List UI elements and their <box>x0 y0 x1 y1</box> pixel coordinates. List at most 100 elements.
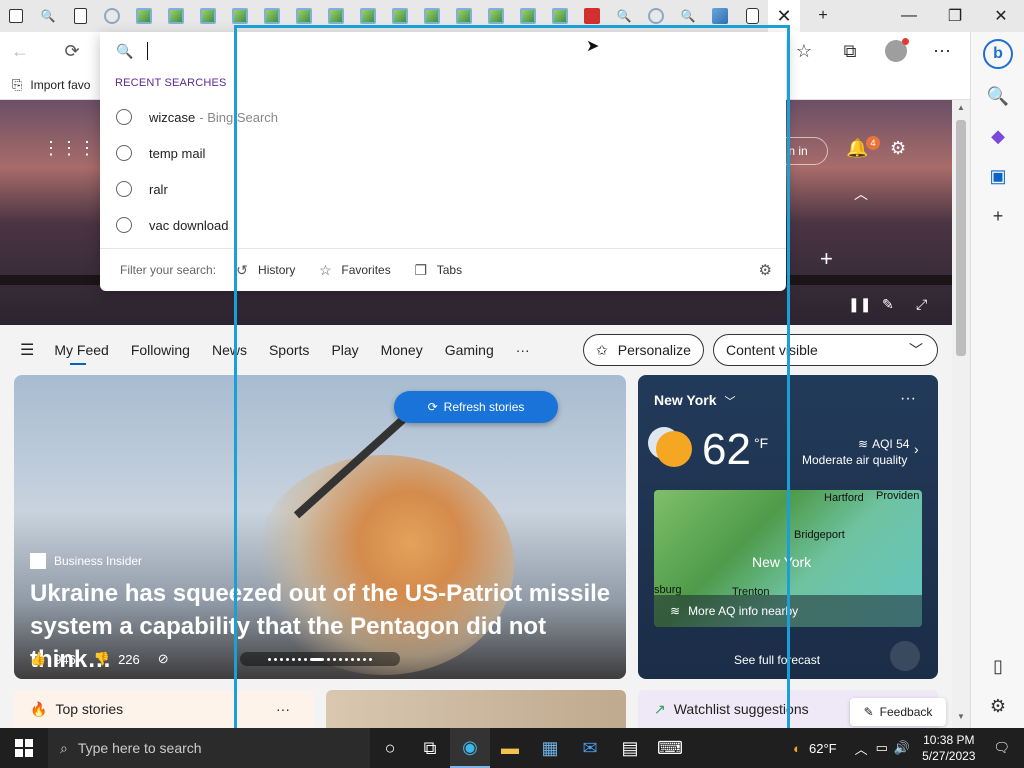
weather-unit[interactable]: °F <box>754 435 768 451</box>
carousel-dot[interactable] <box>339 657 342 661</box>
personalize-button[interactable]: ✩ Personalize <box>583 334 704 366</box>
more-tabs-button[interactable]: ··· <box>516 342 530 358</box>
sidebar-office-button[interactable]: ◆ <box>971 116 1024 156</box>
tab-play[interactable]: Play <box>331 342 358 358</box>
notifications-bell-icon[interactable]: 🔔 <box>846 138 868 159</box>
expand-icon[interactable]: ⤢ <box>916 296 927 313</box>
carousel-dot[interactable] <box>363 657 366 661</box>
weather-map[interactable]: Hartford Providen Bridgeport New York sb… <box>654 490 922 627</box>
taskbar-mail[interactable]: ✉ <box>570 728 610 768</box>
tab-search[interactable]: 🔍 <box>32 0 64 32</box>
tab-edge[interactable] <box>96 0 128 32</box>
collections-button[interactable]: ⧉ <box>832 35 868 67</box>
address-input-row[interactable]: 🔍 <box>100 32 786 70</box>
start-button[interactable] <box>0 728 48 768</box>
sidebar-outlook-button[interactable]: ▣ <box>971 156 1024 196</box>
clock[interactable]: 10:38 PM 5/27/2023 <box>922 732 975 764</box>
carousel-dot[interactable] <box>268 657 271 661</box>
sidebar-add-button[interactable]: + <box>971 196 1024 236</box>
back-button[interactable]: ← <box>0 32 40 70</box>
scroll-thumb[interactable] <box>956 120 966 356</box>
scroll-down-icon[interactable]: ▼ <box>957 712 965 721</box>
weather-radar-icon[interactable] <box>890 641 920 671</box>
maximize-button[interactable]: ❐ <box>932 0 978 32</box>
new-tab-button[interactable]: + <box>800 0 846 32</box>
carousel-dot[interactable] <box>357 657 360 661</box>
tab-search[interactable]: 🔍 <box>672 0 704 32</box>
tab-image[interactable] <box>544 0 576 32</box>
weather-card[interactable]: New York ﹀ ··· 62 °F ≋ AQI 54 Moderate air… <box>638 375 938 679</box>
tab-image[interactable] <box>256 0 288 32</box>
tab-image[interactable] <box>160 0 192 32</box>
sidebar-panel-toggle[interactable]: ▯ <box>971 646 1024 686</box>
weather-city[interactable]: New York ﹀ <box>654 392 736 409</box>
refresh-button[interactable]: ⟳ <box>52 32 92 70</box>
collapse-chevron-icon[interactable]: ︿ <box>854 184 868 204</box>
tab-edge[interactable] <box>640 0 672 32</box>
profile-button[interactable] <box>878 35 914 67</box>
top-stories-more-button[interactable]: ··· <box>276 701 290 717</box>
add-shortcut-icon[interactable]: + <box>820 246 833 272</box>
chevron-right-icon[interactable]: › <box>914 441 919 457</box>
taskbar-search-box[interactable]: ⌕ Type here to search <box>48 728 370 768</box>
tab-my-feed[interactable]: My Feed <box>54 342 109 365</box>
carousel-dot[interactable] <box>274 657 277 661</box>
sidebar-settings-button[interactable]: ⚙ <box>971 686 1024 726</box>
tab-image[interactable] <box>192 0 224 32</box>
taskbar-edge[interactable]: ◉ <box>450 728 490 768</box>
tab-image[interactable] <box>416 0 448 32</box>
gear-icon[interactable]: ⚙ <box>759 261 772 279</box>
notifications-icon[interactable]: 🗨 <box>993 740 1010 756</box>
tab-search[interactable]: 🔍 <box>608 0 640 32</box>
tab-image[interactable] <box>384 0 416 32</box>
tab-image[interactable] <box>512 0 544 32</box>
tab-image[interactable] <box>320 0 352 32</box>
top-stories-card[interactable]: 🔥 Top stories ··· <box>14 690 314 728</box>
weather-more-button[interactable]: ··· <box>900 390 916 408</box>
carousel-dot[interactable] <box>351 657 354 661</box>
network-icon[interactable]: ▭ <box>876 740 888 756</box>
taskbar-store[interactable]: ▦ <box>530 728 570 768</box>
tab-money[interactable]: Money <box>381 342 423 358</box>
see-full-forecast-link[interactable]: See full forecast <box>734 653 820 667</box>
scroll-up-icon[interactable]: ▲ <box>957 103 965 112</box>
tray-temperature[interactable]: 62°F <box>809 741 837 756</box>
window-close-button[interactable]: ✕ <box>978 0 1024 32</box>
carousel-dot[interactable] <box>280 657 283 661</box>
show-hidden-icons-icon[interactable]: ︿ <box>855 739 868 758</box>
edit-background-icon[interactable]: ✎ <box>882 296 894 313</box>
tab-image[interactable] <box>128 0 160 32</box>
favorites-button[interactable]: ☆ <box>786 35 822 67</box>
carousel-dot[interactable] <box>286 657 289 661</box>
tab-image[interactable] <box>352 0 384 32</box>
more-aq-info-link[interactable]: ≋ More AQ info nearby <box>654 595 922 627</box>
carousel-dot[interactable] <box>327 657 330 661</box>
cortana-button[interactable]: ○ <box>370 728 410 768</box>
content-visibility-dropdown[interactable]: Content visible ﹀ <box>713 334 938 366</box>
carousel-dot[interactable] <box>333 657 336 661</box>
settings-more-button[interactable]: ⋯ <box>924 35 960 67</box>
refresh-stories-button[interactable]: ⟳ Refresh stories <box>394 391 558 423</box>
tab-gaming[interactable]: Gaming <box>445 342 494 358</box>
apps-grid-icon[interactable]: ⋮⋮⋮ <box>42 138 96 159</box>
tab-news[interactable]: News <box>212 342 247 358</box>
tab-image[interactable] <box>480 0 512 32</box>
recent-search-item[interactable]: ralr <box>100 171 786 207</box>
hamburger-menu-icon[interactable]: ☰ <box>20 340 34 360</box>
tab-following[interactable]: Following <box>131 342 190 358</box>
recent-search-item[interactable]: wizcase - Bing Search <box>100 99 786 135</box>
story-thumbnail-card[interactable] <box>326 690 626 728</box>
pause-icon[interactable]: ❚❚ <box>848 296 871 313</box>
thumbs-down-icon[interactable]: 👎 <box>94 651 110 667</box>
sidebar-search-button[interactable]: 🔍 <box>971 76 1024 116</box>
tab-document[interactable] <box>64 0 96 32</box>
task-view-button[interactable]: ⧉ <box>410 728 450 768</box>
filter-history-button[interactable]: ↺ History <box>234 262 295 278</box>
page-scrollbar[interactable]: ▲ ▼ <box>952 100 970 728</box>
carousel-dot[interactable] <box>298 657 301 661</box>
gear-icon[interactable]: ⚙ <box>890 138 906 159</box>
recent-search-item[interactable]: temp mail <box>100 135 786 171</box>
taskbar-app[interactable]: ▤ <box>610 728 650 768</box>
tab-sports[interactable]: Sports <box>269 342 309 358</box>
volume-icon[interactable]: 🔊 <box>894 740 910 756</box>
